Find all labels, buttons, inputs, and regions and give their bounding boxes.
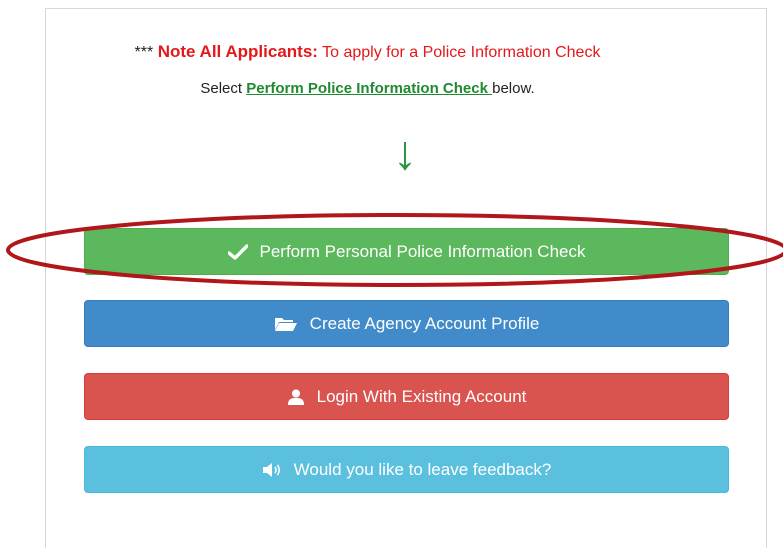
- note-stars: ***: [134, 44, 154, 61]
- login-existing-account-button[interactable]: Login With Existing Account: [84, 373, 729, 420]
- note-text: To apply for a Police Information Check: [322, 44, 601, 61]
- perform-check-button[interactable]: Perform Personal Police Information Chec…: [84, 228, 729, 275]
- instruction-line: Select Perform Police Information Check …: [0, 80, 735, 97]
- create-agency-account-label: Create Agency Account Profile: [309, 313, 540, 333]
- checkmark-icon: [227, 243, 248, 260]
- login-existing-account-label: Login With Existing Account: [316, 386, 527, 406]
- user-icon: [287, 389, 305, 405]
- down-arrow-icon: ↓: [393, 127, 417, 180]
- feedback-button[interactable]: Would you like to leave feedback?: [84, 446, 729, 493]
- feedback-label: Would you like to leave feedback?: [293, 459, 552, 479]
- create-agency-account-button[interactable]: Create Agency Account Profile: [84, 300, 729, 347]
- note-heading: Note All Applicants:: [157, 42, 318, 61]
- speaker-icon: [262, 462, 282, 477]
- perform-check-link[interactable]: Perform Police Information Check: [246, 80, 492, 97]
- instruction-suffix: below.: [492, 80, 535, 97]
- applicant-note: *** Note All Applicants: To apply for a …: [0, 42, 735, 62]
- instruction-prefix: Select: [200, 80, 243, 97]
- folder-open-icon: [274, 316, 298, 332]
- perform-check-label: Perform Personal Police Information Chec…: [259, 241, 586, 261]
